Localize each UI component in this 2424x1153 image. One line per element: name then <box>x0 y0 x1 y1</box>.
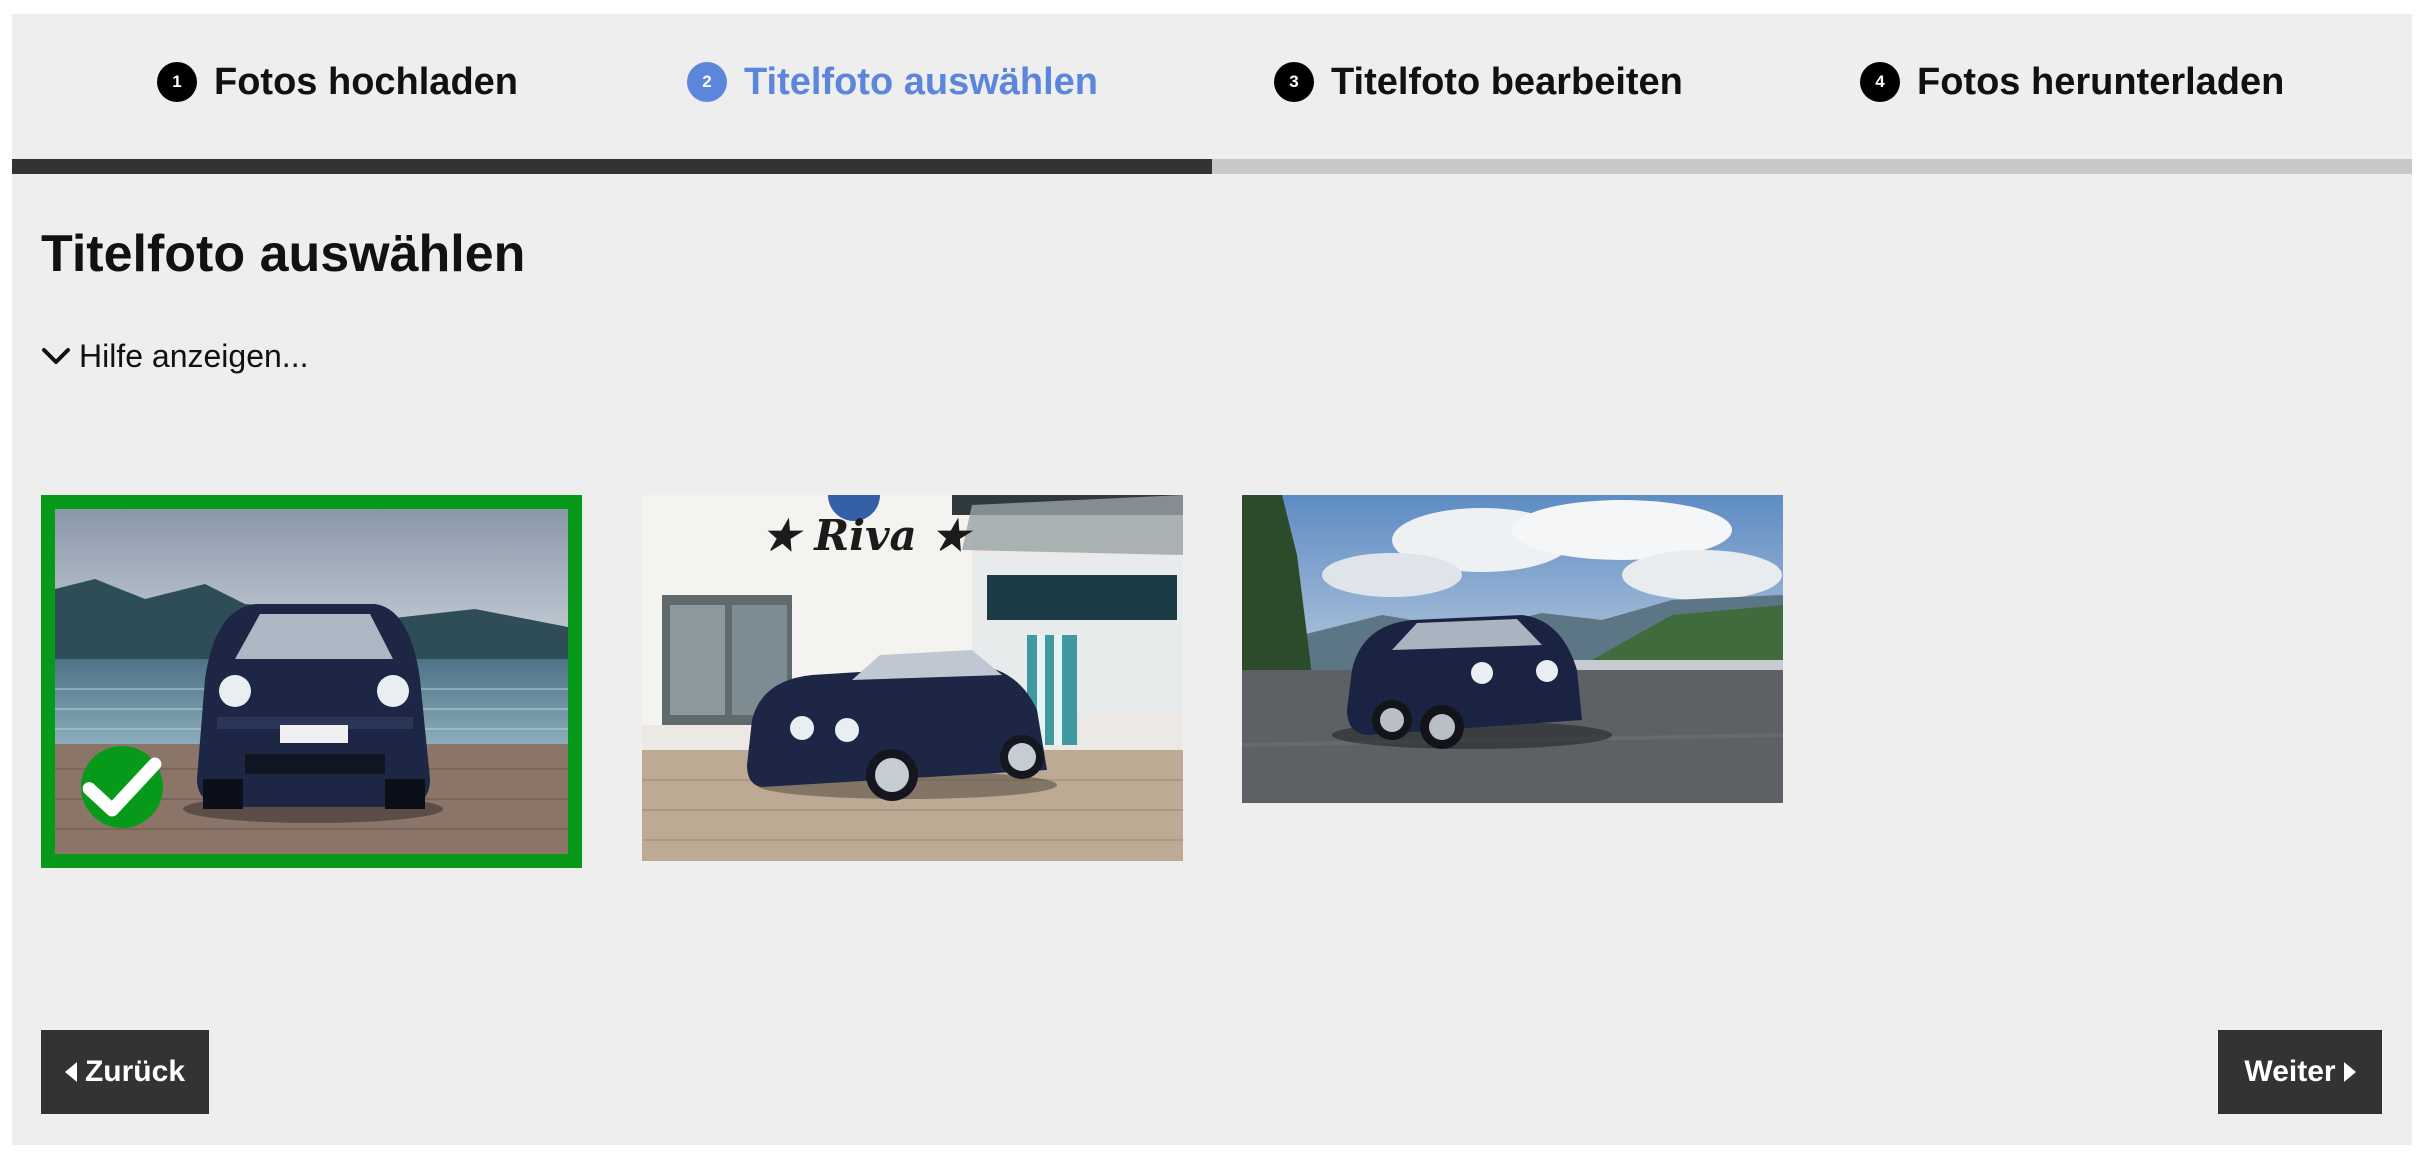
step-number-badge: 3 <box>1274 62 1314 102</box>
photo-wizard: 1 Fotos hochladen 2 Titelfoto auswählen … <box>12 14 2412 1145</box>
next-button-label: Weiter <box>2244 1055 2336 1088</box>
next-button[interactable]: Weiter <box>2218 1030 2382 1114</box>
svg-text:★ Riva ★: ★ Riva ★ <box>762 511 973 560</box>
progress-bar <box>12 159 2412 174</box>
progress-bar-fill <box>12 159 1212 174</box>
chevron-down-icon <box>42 348 70 364</box>
caret-left-icon <box>64 1062 77 1082</box>
step-label: Fotos herunterladen <box>1917 60 2285 103</box>
caret-right-icon <box>2343 1062 2356 1082</box>
help-toggle-label: Hilfe anzeigen... <box>79 337 309 374</box>
photo-thumbnail-lake[interactable] <box>41 495 582 868</box>
page-title: Titelfoto auswählen <box>41 225 526 283</box>
checkmark-icon <box>82 757 162 817</box>
step-number-badge: 1 <box>157 62 197 102</box>
back-button[interactable]: Zurück <box>41 1030 209 1114</box>
help-toggle[interactable]: Hilfe anzeigen... <box>41 336 308 376</box>
step-edit-cover-photo[interactable]: 3 Titelfoto bearbeiten <box>1274 58 1683 106</box>
step-select-cover-photo[interactable]: 2 Titelfoto auswählen <box>687 58 1098 106</box>
step-upload-photos[interactable]: 1 Fotos hochladen <box>157 58 518 106</box>
step-number-badge: 2 <box>687 62 727 102</box>
step-number-badge: 4 <box>1860 62 1900 102</box>
photo-thumbnail-riva-building[interactable]: ★ Riva ★ <box>642 495 1183 861</box>
photo-thumbnail-mountain-road[interactable] <box>1242 495 1783 803</box>
step-label: Titelfoto bearbeiten <box>1331 60 1683 103</box>
back-button-label: Zurück <box>84 1055 186 1088</box>
selected-check-badge <box>81 746 163 828</box>
step-label: Fotos hochladen <box>214 60 518 103</box>
car-photo-image <box>1242 495 1783 803</box>
car-photo-image: ★ Riva ★ <box>642 495 1183 861</box>
step-download-photos[interactable]: 4 Fotos herunterladen <box>1860 58 2284 106</box>
step-navigation: 1 Fotos hochladen 2 Titelfoto auswählen … <box>12 14 2412 159</box>
step-label: Titelfoto auswählen <box>744 60 1099 103</box>
